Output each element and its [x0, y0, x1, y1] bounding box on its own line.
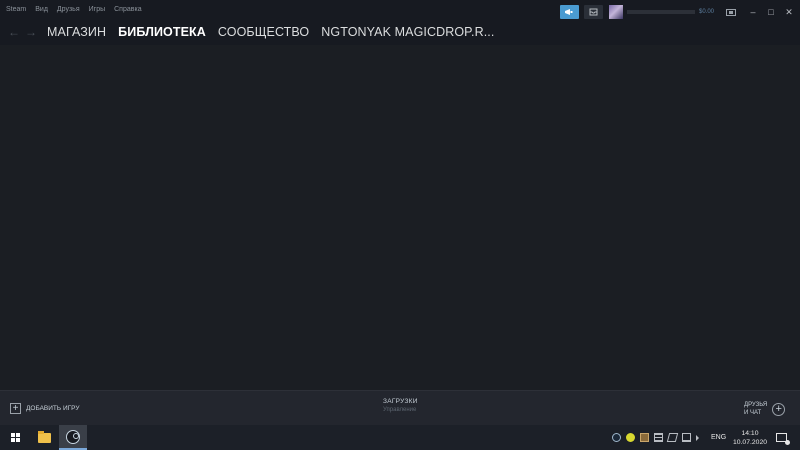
arrow-left-icon[interactable]: ← — [8, 25, 20, 39]
nav-profile[interactable]: NGTONYAK MAGICDROP.R... — [321, 25, 494, 39]
tray-volume-icon[interactable] — [696, 434, 699, 441]
add-game-button[interactable]: + ДОБАВИТЬ ИГРУ — [10, 403, 79, 414]
tray-cube-icon[interactable] — [640, 433, 649, 442]
taskbar-clock[interactable]: 14:10 10.07.2020 — [732, 429, 768, 447]
close-button[interactable]: ✕ — [782, 5, 796, 19]
status-footer: + ДОБАВИТЬ ИГРУ ЗАГРУЗКИ Управление ДРУЗ… — [0, 390, 800, 425]
wallet-balance[interactable]: $0.00 — [699, 9, 714, 15]
announcements-button[interactable] — [559, 5, 579, 19]
avatar[interactable] — [608, 5, 623, 19]
tray-network-icon[interactable] — [682, 433, 691, 442]
nav-links: МАГАЗИН БИБЛИОТЕКА СООБЩЕСТВО NGTONYAK M… — [47, 25, 494, 39]
taskbar-explorer[interactable] — [32, 425, 57, 450]
windows-taskbar: ENG 14:10 10.07.2020 — [0, 425, 800, 450]
username-redacted[interactable] — [626, 10, 695, 14]
account-area: $0.00 – □ ✕ — [559, 3, 800, 21]
nav-store[interactable]: МАГАЗИН — [47, 25, 106, 39]
notification-center-icon[interactable] — [776, 433, 790, 445]
big-picture-icon[interactable] — [726, 8, 736, 16]
clock-time: 14:10 — [741, 430, 759, 437]
tray-steam-icon[interactable] — [612, 433, 621, 442]
windows-logo-icon — [10, 433, 20, 442]
minimize-button[interactable]: – — [746, 5, 760, 19]
downloads-title: ЗАГРУЗКИ — [383, 398, 418, 405]
menu-item-friends[interactable]: Друзья — [57, 6, 80, 13]
library-content — [0, 45, 800, 390]
inbox-icon — [589, 8, 598, 16]
notifications-button[interactable] — [583, 5, 603, 19]
folder-icon — [38, 430, 51, 443]
friends-chat-button[interactable]: ДРУЗЬЯ И ЧАТ + — [744, 401, 786, 417]
menu-item-help[interactable]: Справка — [114, 6, 141, 13]
menu-item-games[interactable]: Игры — [89, 6, 106, 13]
menu-item-view[interactable]: Вид — [35, 6, 48, 13]
arrow-right-icon[interactable]: → — [25, 25, 37, 39]
downloads-button[interactable]: ЗАГРУЗКИ Управление — [383, 398, 418, 413]
language-indicator[interactable]: ENG — [711, 434, 726, 441]
taskbar-steam[interactable] — [59, 425, 87, 450]
add-game-label: ДОБАВИТЬ ИГРУ — [26, 405, 80, 412]
plus-icon: + — [10, 403, 21, 414]
friends-label-line1: ДРУЗЬЯ — [744, 402, 768, 408]
megaphone-icon — [565, 9, 573, 15]
menu-bar: Steam Вид Друзья Игры Справка — [6, 6, 142, 13]
plus-circle-icon: + — [772, 402, 786, 416]
title-bar: Steam Вид Друзья Игры Справка $0.00 – □ … — [0, 0, 800, 22]
system-tray: ENG — [612, 425, 726, 450]
tray-pen-icon[interactable] — [666, 433, 679, 442]
start-button[interactable] — [0, 425, 30, 450]
clock-date: 10.07.2020 — [732, 439, 768, 446]
navigation-bar: ← → МАГАЗИН БИБЛИОТЕКА СООБЩЕСТВО NGTONY… — [0, 22, 800, 45]
maximize-button[interactable]: □ — [764, 5, 778, 19]
friends-chat-label: ДРУЗЬЯ И ЧАТ — [744, 401, 767, 417]
downloads-subtitle: Управление — [383, 407, 417, 413]
nav-community[interactable]: СООБЩЕСТВО — [218, 25, 309, 39]
tray-notes-icon[interactable] — [654, 433, 663, 442]
tray-app-icon[interactable] — [626, 433, 635, 442]
steam-window: Steam Вид Друзья Игры Справка $0.00 – □ … — [0, 0, 800, 425]
steam-icon — [66, 429, 80, 444]
menu-item-steam[interactable]: Steam — [6, 6, 26, 13]
nav-library[interactable]: БИБЛИОТЕКА — [118, 25, 206, 39]
friends-label-line2: И ЧАТ — [744, 410, 762, 416]
